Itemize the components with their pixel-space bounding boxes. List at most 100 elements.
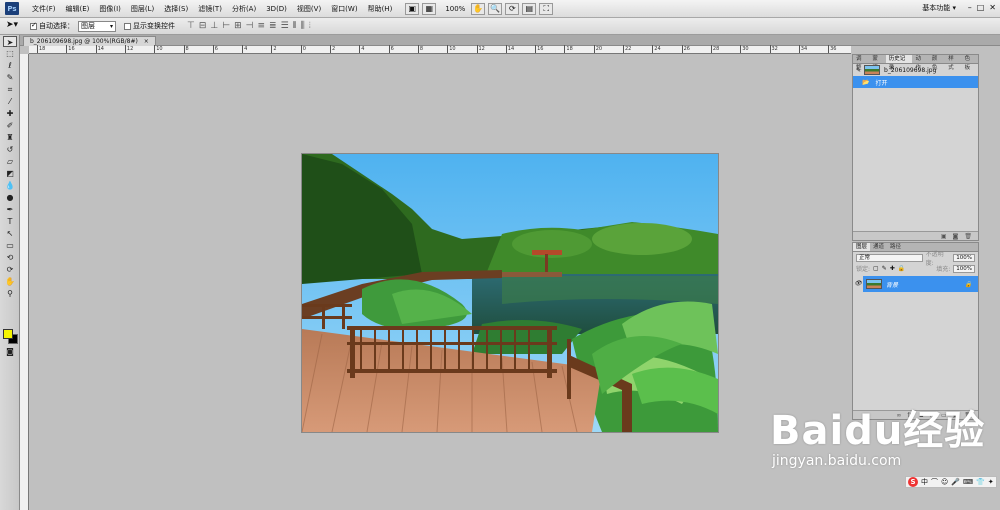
show-transform-checkbox[interactable]: 显示变换控件 <box>124 21 175 31</box>
dodge-tool-icon[interactable]: ● <box>3 192 17 203</box>
crop-tool-icon[interactable]: ⌗ <box>3 84 17 95</box>
ruler-vertical[interactable] <box>20 54 29 510</box>
new-document-from-state-icon[interactable]: ▣ <box>941 233 947 240</box>
zoom-icon[interactable]: ⚲ <box>3 288 17 299</box>
healing-brush-icon[interactable]: ✚ <box>3 108 17 119</box>
distribute-left-icon[interactable]: ⦀ <box>293 21 297 31</box>
move-tool-icon[interactable]: ➤ <box>3 36 17 47</box>
menu-edit[interactable]: 编辑(E) <box>61 4 95 14</box>
tab-paths[interactable]: 路径 <box>887 243 904 251</box>
ime-emoji-icon[interactable]: ☺ <box>941 478 948 486</box>
gradient-tool-icon[interactable]: ◩ <box>3 168 17 179</box>
auto-select-check-icon[interactable] <box>30 21 37 30</box>
menu-image[interactable]: 图像(I) <box>94 4 126 14</box>
visibility-eye-icon[interactable]: 👁 <box>853 276 863 292</box>
lasso-tool-icon[interactable]: ℓ <box>3 60 17 71</box>
lock-transparency-icon[interactable]: ▢ <box>873 265 879 272</box>
close-icon[interactable]: ✕ <box>989 3 996 12</box>
distribute-hcenter-icon[interactable]: ⫼ <box>301 21 305 31</box>
ime-tools-icon[interactable]: ✦ <box>988 478 994 486</box>
shape-tool-icon[interactable]: ▭ <box>3 240 17 251</box>
hand-icon[interactable]: ✋ <box>3 276 17 287</box>
menu-file[interactable]: 文件(F) <box>27 4 61 14</box>
distribute-top-icon[interactable]: ≡ <box>257 21 265 31</box>
history-brush-icon[interactable]: ↺ <box>3 144 17 155</box>
opacity-input[interactable]: 100% <box>953 253 975 262</box>
menu-select[interactable]: 选择(S) <box>159 4 193 14</box>
quick-select-tool-icon[interactable]: ✎ <box>3 72 17 83</box>
distribute-right-icon[interactable]: ⦙ <box>309 21 311 31</box>
menu-analysis[interactable]: 分析(A) <box>227 4 261 14</box>
ime-mic-icon[interactable]: 🎤 <box>951 478 960 486</box>
blur-tool-icon[interactable]: 💧 <box>3 180 17 191</box>
lock-pixels-icon[interactable]: ✎ <box>882 265 887 272</box>
minimize-icon[interactable]: – <box>968 3 972 12</box>
blend-mode-select[interactable]: 正常 <box>856 253 923 262</box>
hand-tool-icon[interactable]: ✋ <box>471 2 486 15</box>
tab-color[interactable]: 颜色 <box>929 55 945 71</box>
quick-mask-icon[interactable]: ◙ <box>3 346 17 357</box>
rotate-view-icon[interactable]: ⟳ <box>505 2 520 15</box>
history-brush-source-icon[interactable]: ✎ <box>856 67 861 74</box>
zoom-level[interactable]: 100% <box>445 5 465 13</box>
lock-all-icon[interactable]: 🔒 <box>898 265 905 272</box>
pen-tool-icon[interactable]: ✒ <box>3 204 17 215</box>
foreground-color-swatch[interactable] <box>3 329 13 339</box>
new-snapshot-icon[interactable]: ◙ <box>953 233 959 240</box>
eyedropper-tool-icon[interactable]: ⁄ <box>3 96 17 107</box>
tab-styles[interactable]: 样式 <box>945 55 961 71</box>
workspace-switcher[interactable]: 基本功能 ▾ <box>922 3 956 13</box>
menu-window[interactable]: 窗口(W) <box>326 4 362 14</box>
close-document-icon[interactable]: × <box>144 38 149 45</box>
menu-3d[interactable]: 3D(D) <box>261 5 292 13</box>
align-hcenter-icon[interactable]: ⊞ <box>234 21 242 31</box>
tab-actions[interactable]: 动作 <box>912 55 928 71</box>
zoom-tool-icon[interactable]: 🔍 <box>488 2 503 15</box>
lock-position-icon[interactable]: ✚ <box>890 265 895 272</box>
history-snapshot[interactable]: ✎ b_206109698.jpg <box>853 64 978 76</box>
distribute-vcenter-icon[interactable]: ≣ <box>269 21 277 31</box>
move-tool-preset-icon[interactable]: ➤▾ <box>6 20 30 32</box>
distribute-bottom-icon[interactable]: ☰ <box>281 21 289 31</box>
ime-skin-icon[interactable]: 👕 <box>976 478 985 486</box>
ruler-horizontal[interactable]: 18 16 14 12 10 8 6 4 2 0 2 4 6 8 10 12 14 16 18 20 22 24 26 28 3… <box>29 45 851 54</box>
screen-mode-icon[interactable]: ⛶ <box>539 2 554 15</box>
tab-history[interactable]: 历史记录 <box>885 55 913 71</box>
type-tool-icon[interactable]: T <box>3 216 17 227</box>
3d-camera-icon[interactable]: ⟳ <box>3 264 17 275</box>
menu-filter[interactable]: 滤镜(T) <box>193 4 227 14</box>
document-image[interactable] <box>302 154 718 432</box>
path-select-icon[interactable]: ↖ <box>3 228 17 239</box>
menu-view[interactable]: 视图(V) <box>292 4 326 14</box>
align-top-icon[interactable]: ⊤ <box>187 21 195 31</box>
align-left-icon[interactable]: ⊢ <box>222 21 230 31</box>
tab-swatches[interactable]: 色板 <box>962 55 978 71</box>
sogou-ime-icon[interactable]: S <box>908 477 918 487</box>
tab-channels[interactable]: 通道 <box>870 243 887 251</box>
delete-state-icon[interactable]: 🗑 <box>964 233 972 240</box>
tab-masks[interactable]: 蒙版 <box>869 55 885 71</box>
ime-keyboard-icon[interactable]: ⌨ <box>963 478 973 486</box>
3d-rotate-icon[interactable]: ⟲ <box>3 252 17 263</box>
align-right-icon[interactable]: ⊣ <box>246 21 254 31</box>
ime-mode-icon[interactable]: 中 <box>921 477 928 487</box>
auto-select-dropdown[interactable]: 图层 <box>78 20 116 32</box>
menu-layer[interactable]: 图层(L) <box>126 4 159 14</box>
brush-tool-icon[interactable]: ✐ <box>3 120 17 131</box>
maximize-icon[interactable]: □ <box>977 3 985 12</box>
show-transform-check-icon[interactable] <box>124 22 131 30</box>
eraser-tool-icon[interactable]: ▱ <box>3 156 17 167</box>
document-tab[interactable]: b_206109698.jpg @ 100%(RGB/8#) × <box>23 36 156 46</box>
extras-icon[interactable]: ▦ <box>422 2 437 15</box>
layer-row-background[interactable]: 👁 背景 🔒 <box>853 276 978 292</box>
align-vcenter-icon[interactable]: ⊟ <box>199 21 207 31</box>
history-item-open[interactable]: 📂 打开 <box>853 76 978 88</box>
marquee-tool-icon[interactable]: ⬚ <box>3 48 17 59</box>
fill-input[interactable]: 100% <box>953 264 975 273</box>
ime-punct-icon[interactable]: ⌒ <box>931 477 938 487</box>
arrange-documents-icon[interactable]: ▤ <box>522 2 537 15</box>
clone-stamp-icon[interactable]: ♜ <box>3 132 17 143</box>
bridge-icon[interactable]: ▣ <box>405 2 420 15</box>
align-bottom-icon[interactable]: ⊥ <box>210 21 218 31</box>
auto-select-checkbox[interactable]: 自动选择： <box>30 21 74 31</box>
